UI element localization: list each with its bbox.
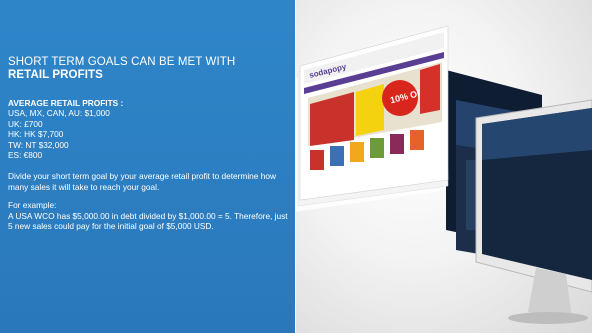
profit-item: HK: HK $7,700 (8, 129, 64, 140)
product-thumb (330, 146, 344, 166)
text-block: SHORT TERM GOALS CAN BE MET WITH RETAIL … (8, 56, 292, 232)
example-text: A USA WCO has $5,000.00 in debt divided … (8, 210, 288, 232)
product-thumb (370, 138, 384, 158)
profits-list: USA, MX, CAN, AU: $1,000 UK: £700 HK: HK… (8, 108, 292, 161)
slide-title: SHORT TERM GOALS CAN BE MET WITH RETAIL … (8, 56, 292, 82)
product-thumb (390, 134, 404, 154)
example-block: For example: A USA WCO has $5,000.00 in … (8, 200, 292, 232)
instruction-paragraph: Divide your short term goal by your aver… (8, 170, 276, 192)
slide: SHORT TERM GOALS CAN BE MET WITH RETAIL … (0, 0, 592, 333)
product-thumb (410, 130, 424, 150)
profit-item: TW: NT $32,000 (8, 139, 69, 150)
monitor-base (508, 312, 588, 324)
example-label: For example: (8, 200, 57, 211)
website-screens-image: esign sodapopy 10% OFF (296, 25, 592, 324)
profits-heading: AVERAGE RETAIL PROFITS : (8, 98, 124, 108)
drink-product (356, 84, 384, 136)
title-line-1: SHORT TERM GOALS CAN BE MET WITH (8, 56, 236, 68)
profit-item: UK: £700 (8, 118, 43, 129)
website-illustration: esign sodapopy 10% OFF (296, 0, 592, 333)
product-thumb (350, 142, 364, 162)
title-line-2: RETAIL PROFITS (8, 69, 103, 81)
profit-item: USA, MX, CAN, AU: $1,000 (8, 108, 110, 118)
profit-item: ES: €800 (8, 150, 43, 161)
product-thumb (310, 150, 324, 170)
soda-product (420, 64, 440, 114)
text-panel: SHORT TERM GOALS CAN BE MET WITH RETAIL … (0, 0, 296, 333)
